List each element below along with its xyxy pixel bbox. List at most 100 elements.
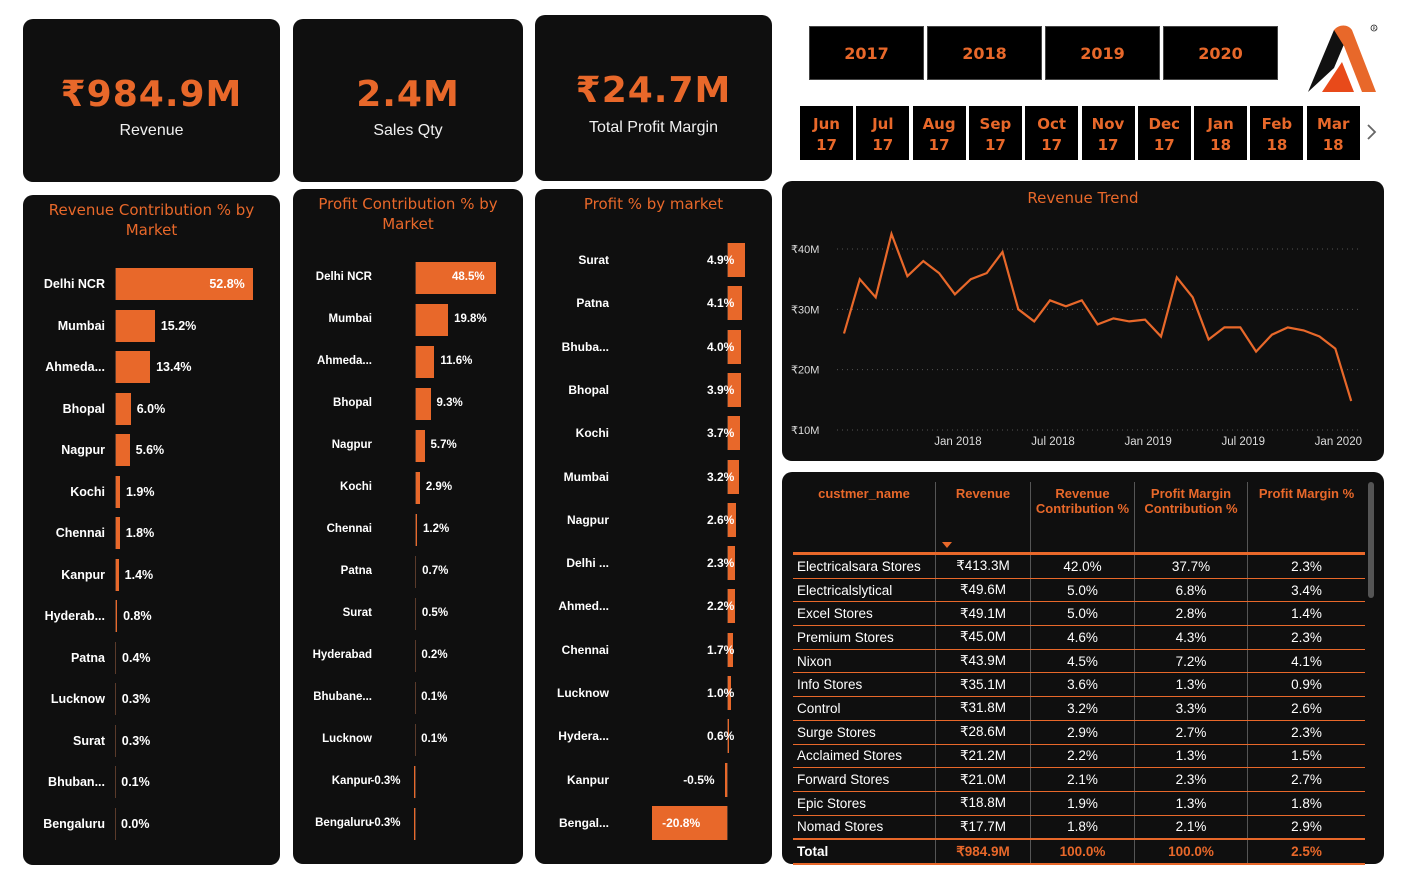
month-label: Jun <box>813 115 840 133</box>
table-row[interactable]: Forward Stores ₹21.0M 2.1% 2.3% 2.7% <box>793 767 1365 792</box>
header-label: Revenue Contribution % <box>1035 486 1130 516</box>
bar-axis-tick <box>115 600 116 632</box>
bar-value-label: 19.8% <box>454 313 487 325</box>
profit-margin-cell: 2.6% <box>1247 696 1365 721</box>
bar-value-label: 5.6% <box>135 443 165 457</box>
bar-value-label: 0.4% <box>122 650 151 665</box>
bar-label: Hyderab... <box>44 609 105 623</box>
revenue-contribution-cell: 2.1% <box>1030 767 1135 792</box>
header-revenue[interactable]: Revenue <box>935 482 1031 554</box>
header-profit-margin-contribution[interactable]: Profit Margin Contribution % <box>1134 482 1248 554</box>
bar[interactable] <box>115 434 130 466</box>
bar[interactable] <box>115 351 151 383</box>
bar-label: Kanpur <box>567 772 609 787</box>
table-row[interactable]: Surge Stores ₹28.6M 2.9% 2.7% 2.3% <box>793 720 1365 745</box>
table-row[interactable]: Premium Stores ₹45.0M 4.6% 4.3% 2.3% <box>793 625 1365 650</box>
header-profit-margin-pct[interactable]: Profit Margin % <box>1248 482 1366 554</box>
bar-value-label: 2.3% <box>707 556 735 571</box>
customer-name-cell: Forward Stores <box>793 767 936 792</box>
table-row[interactable]: Nixon ₹43.9M 4.5% 7.2% 4.1% <box>793 649 1365 674</box>
y-tick-label: ₹20M <box>791 365 819 377</box>
bar[interactable] <box>415 304 449 336</box>
customer-table: custmer_name Revenue Revenue Contributio… <box>793 482 1365 865</box>
bar-label: Bhuba... <box>561 339 609 354</box>
month-button-sep-17[interactable]: Sep 17 <box>968 106 1022 160</box>
table-row[interactable]: Control ₹31.8M 3.2% 3.3% 2.6% <box>793 696 1365 721</box>
month-button-feb-18[interactable]: Feb 18 <box>1250 106 1304 160</box>
month-button-dec-17[interactable]: Dec 17 <box>1137 106 1191 160</box>
bar-label: Lucknow <box>322 733 372 745</box>
bar-value-label: 0.8% <box>123 609 152 623</box>
table-row[interactable]: Electricalsara Stores ₹413.3M 42.0% 37.7% 2.… <box>793 553 1365 579</box>
month-label: Nov <box>1091 115 1125 133</box>
customer-name-cell: Control <box>793 696 936 721</box>
table-row[interactable]: Electricalslytical ₹49.6M 5.0% 6.8% 3.4% <box>793 578 1365 603</box>
revenue-series-line[interactable] <box>842 230 1353 402</box>
month-button-jan-18[interactable]: Jan 18 <box>1194 106 1248 160</box>
kpi-revenue-card: ₹984.9M Revenue <box>23 19 280 182</box>
bar[interactable] <box>415 430 425 462</box>
month-button-mar-18[interactable]: Mar 18 <box>1306 106 1360 160</box>
kpi-profit-margin-label: Total Profit Margin <box>589 119 718 136</box>
profit-margin-contribution-cell: 37.7% <box>1134 553 1248 579</box>
bar-axis-tick <box>115 766 116 798</box>
svg-text:R: R <box>1373 26 1376 32</box>
revenue-cell: ₹17.7M <box>935 815 1031 840</box>
profit-margin-cell: 2.3% <box>1247 720 1365 745</box>
bar-axis-tick <box>415 556 416 588</box>
revenue-contribution-cell: 4.5% <box>1030 649 1135 674</box>
profit-margin-contribution-cell: 2.7% <box>1134 720 1248 745</box>
customer-name-cell: Excel Stores <box>793 601 936 627</box>
year-button-2018[interactable]: 2018 <box>927 26 1042 80</box>
revenue-trend-chart: ₹10M ₹20M ₹30M ₹40M Jan 2018 Jul 2018 Jan 2019… <box>791 230 1362 448</box>
year-button-2019[interactable]: 2019 <box>1045 26 1160 80</box>
bar-axis-tick <box>415 262 416 294</box>
bar-label: Hydera... <box>558 729 609 744</box>
table-row[interactable]: Acclaimed Stores ₹21.2M 2.2% 1.3% 1.5% <box>793 744 1365 769</box>
year-button-2017[interactable]: 2017 <box>809 26 924 80</box>
bar-label: Bhubane... <box>313 691 372 703</box>
bar-value-label: 4.1% <box>707 296 735 311</box>
revenue-contribution-cell: 2.2% <box>1030 744 1135 769</box>
bar[interactable] <box>115 392 131 425</box>
table-row[interactable]: Info Stores ₹35.1M 3.6% 1.3% 0.9% <box>793 672 1365 698</box>
profit-margin-contribution-cell: 4.3% <box>1134 625 1248 650</box>
bar-axis-tick <box>415 598 416 630</box>
month-button-oct-17[interactable]: Oct 17 <box>1025 106 1079 160</box>
bar[interactable] <box>115 309 155 342</box>
x-tick-label: Jul 2018 <box>1031 436 1074 448</box>
chevron-right-icon[interactable] <box>1364 122 1380 142</box>
header-customer-name[interactable]: custmer_name <box>793 482 936 554</box>
month-year-label: 17 <box>872 136 894 154</box>
bar-label: Bhopal <box>568 382 609 397</box>
revenue-cell: ₹43.9M <box>935 649 1031 674</box>
profit-margin-cell: 2.7% <box>1247 767 1365 792</box>
month-button-nov-17[interactable]: Nov 17 <box>1081 106 1135 160</box>
table-scrollbar[interactable] <box>1368 482 1374 598</box>
bar-axis-tick <box>415 346 416 378</box>
bar-value-label: 3.9% <box>707 382 735 397</box>
table-row[interactable]: Excel Stores ₹49.1M 5.0% 2.8% 1.4% <box>793 601 1365 627</box>
month-year-label: 17 <box>1097 136 1119 154</box>
bar[interactable] <box>415 388 431 420</box>
month-button-jun-17[interactable]: Jun 17 <box>800 106 853 160</box>
month-button-jul-17[interactable]: Jul 17 <box>856 106 910 160</box>
year-button-2020[interactable]: 2020 <box>1163 26 1278 80</box>
bar-label: Patna <box>576 296 609 311</box>
table-row[interactable]: Nomad Stores ₹17.7M 1.8% 2.1% 2.9% <box>793 815 1365 840</box>
bar-axis-tick <box>415 808 416 840</box>
sort-down-icon[interactable] <box>942 542 952 548</box>
bar[interactable] <box>415 346 435 378</box>
bar-label: Lucknow <box>50 692 105 706</box>
bar-label: Patna <box>70 650 105 665</box>
bar-label: Bengaluru <box>315 817 372 829</box>
bar-label: Surat <box>73 733 105 748</box>
profit-margin-cell: 4.1% <box>1247 649 1365 674</box>
revenue-cell: ₹18.8M <box>935 791 1031 816</box>
month-button-aug-17[interactable]: Aug 17 <box>912 106 966 160</box>
header-revenue-contribution[interactable]: Revenue Contribution % <box>1030 482 1135 554</box>
kpi-sales-qty-card: 2.4M Sales Qty <box>293 19 523 182</box>
table-row[interactable]: Epic Stores ₹18.8M 1.9% 1.3% 1.8% <box>793 791 1365 816</box>
customer-name-cell: Nixon <box>793 649 936 674</box>
revenue-contribution-cell: 1.8% <box>1030 815 1135 840</box>
